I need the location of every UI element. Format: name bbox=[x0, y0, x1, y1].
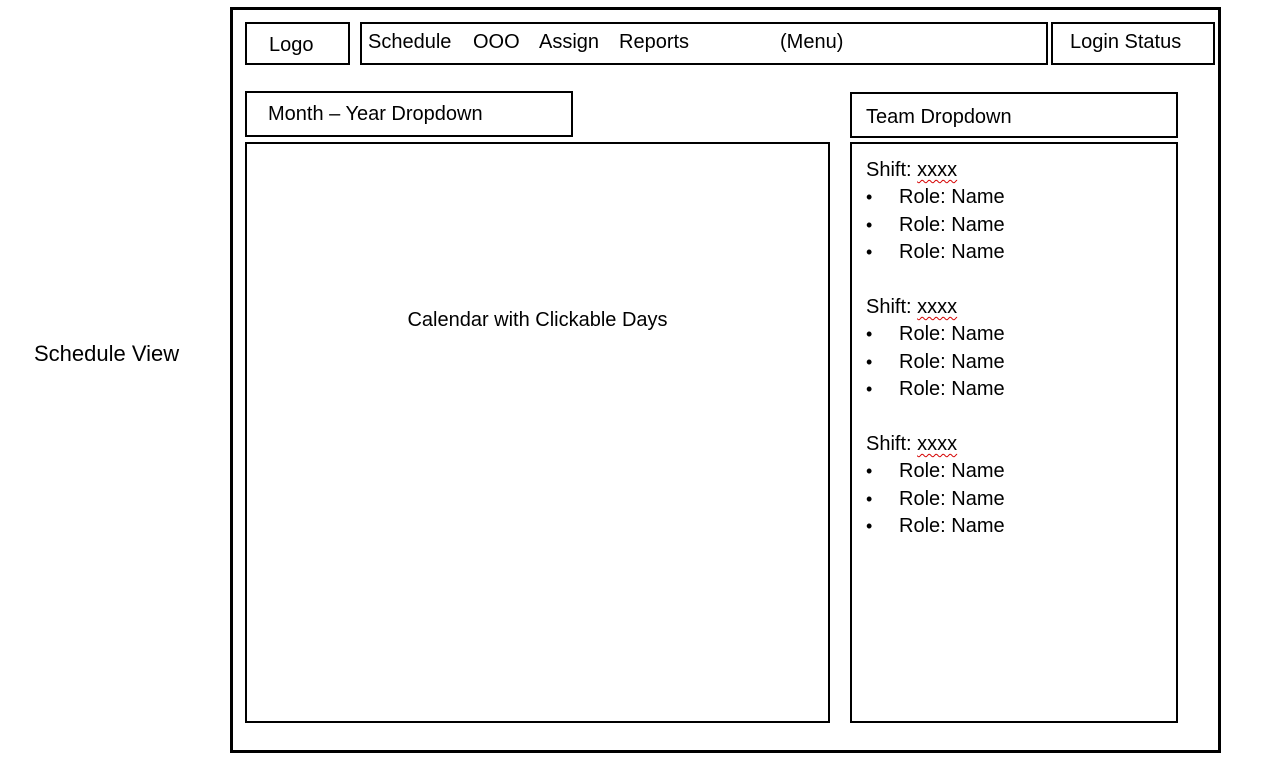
role-list-item: • Role: Name bbox=[866, 376, 1166, 404]
menu-item-reports[interactable]: Reports bbox=[619, 30, 689, 54]
role-assignment: Role: Name bbox=[899, 241, 1005, 263]
shift-prefix: Shift: bbox=[866, 433, 912, 455]
main-menu: Schedule OOO Assign Reports (Menu) bbox=[360, 22, 1048, 65]
month-year-dropdown[interactable]: Month – Year Dropdown bbox=[245, 91, 573, 137]
bullet-icon: • bbox=[866, 461, 873, 481]
shift-prefix: Shift: bbox=[866, 296, 912, 318]
shift-value: xxxx bbox=[917, 433, 958, 455]
shift-value: xxxx bbox=[917, 296, 958, 318]
role-assignment: Role: Name bbox=[899, 350, 1005, 373]
login-status[interactable]: Login Status bbox=[1051, 22, 1215, 65]
role-assignment: Role: Name bbox=[899, 213, 1005, 236]
bullet-icon: • bbox=[866, 214, 873, 235]
shift-prefix: Shift: bbox=[866, 159, 912, 181]
bullet-icon: • bbox=[866, 324, 873, 344]
menu-note: (Menu) bbox=[780, 31, 844, 53]
menu-item-ooo[interactable]: OOO bbox=[473, 30, 520, 54]
role-list-item: • Role: Name bbox=[866, 349, 1166, 377]
bullet-icon: • bbox=[866, 488, 873, 509]
menu-item-schedule[interactable]: Schedule bbox=[368, 30, 451, 54]
role-assignment: Role: Name bbox=[899, 515, 1005, 537]
shift-title: Shift: xxxx bbox=[866, 157, 1166, 184]
login-status-label: Login Status bbox=[1070, 31, 1182, 53]
shift-title: Shift: xxxx bbox=[866, 431, 1166, 458]
shift-group: Shift: xxxx • Role: Name • Role: Name • … bbox=[866, 157, 1166, 267]
role-list-item: • Role: Name bbox=[866, 212, 1166, 240]
role-list-item: • Role: Name bbox=[866, 321, 1166, 349]
view-title: Schedule View bbox=[34, 341, 180, 366]
menu-item-assign[interactable]: Assign bbox=[539, 30, 599, 54]
role-assignment: Role: Name bbox=[899, 323, 1005, 345]
role-assignment: Role: Name bbox=[899, 378, 1005, 400]
role-list-item: • Role: Name bbox=[866, 458, 1166, 486]
role-list-item: • Role: Name bbox=[866, 184, 1166, 212]
logo-box[interactable]: Logo bbox=[245, 22, 350, 65]
shift-value: xxxx bbox=[917, 159, 958, 181]
shift-group: Shift: xxxx • Role: Name • Role: Name • … bbox=[866, 431, 1166, 541]
calendar-label: Calendar with Clickable Days bbox=[407, 309, 668, 331]
shift-group: Shift: xxxx • Role: Name • Role: Name • … bbox=[866, 294, 1166, 404]
bullet-icon: • bbox=[866, 351, 873, 372]
role-list-item: • Role: Name bbox=[866, 513, 1166, 541]
role-list-item: • Role: Name bbox=[866, 239, 1166, 267]
shifts-panel: Shift: xxxx • Role: Name • Role: Name • … bbox=[850, 142, 1178, 723]
calendar-panel[interactable]: Calendar with Clickable Days bbox=[245, 142, 830, 723]
team-dropdown-label: Team Dropdown bbox=[866, 106, 1012, 128]
bullet-icon: • bbox=[866, 516, 873, 536]
month-year-dropdown-label: Month – Year Dropdown bbox=[268, 103, 483, 125]
shift-title: Shift: xxxx bbox=[866, 294, 1166, 321]
bullet-icon: • bbox=[866, 242, 873, 262]
logo-label: Logo bbox=[269, 34, 314, 56]
role-list-item: • Role: Name bbox=[866, 486, 1166, 514]
bullet-icon: • bbox=[866, 187, 873, 207]
role-assignment: Role: Name bbox=[899, 487, 1005, 510]
bullet-icon: • bbox=[866, 379, 873, 399]
team-dropdown[interactable]: Team Dropdown bbox=[850, 92, 1178, 138]
role-assignment: Role: Name bbox=[899, 186, 1005, 208]
role-assignment: Role: Name bbox=[899, 460, 1005, 482]
